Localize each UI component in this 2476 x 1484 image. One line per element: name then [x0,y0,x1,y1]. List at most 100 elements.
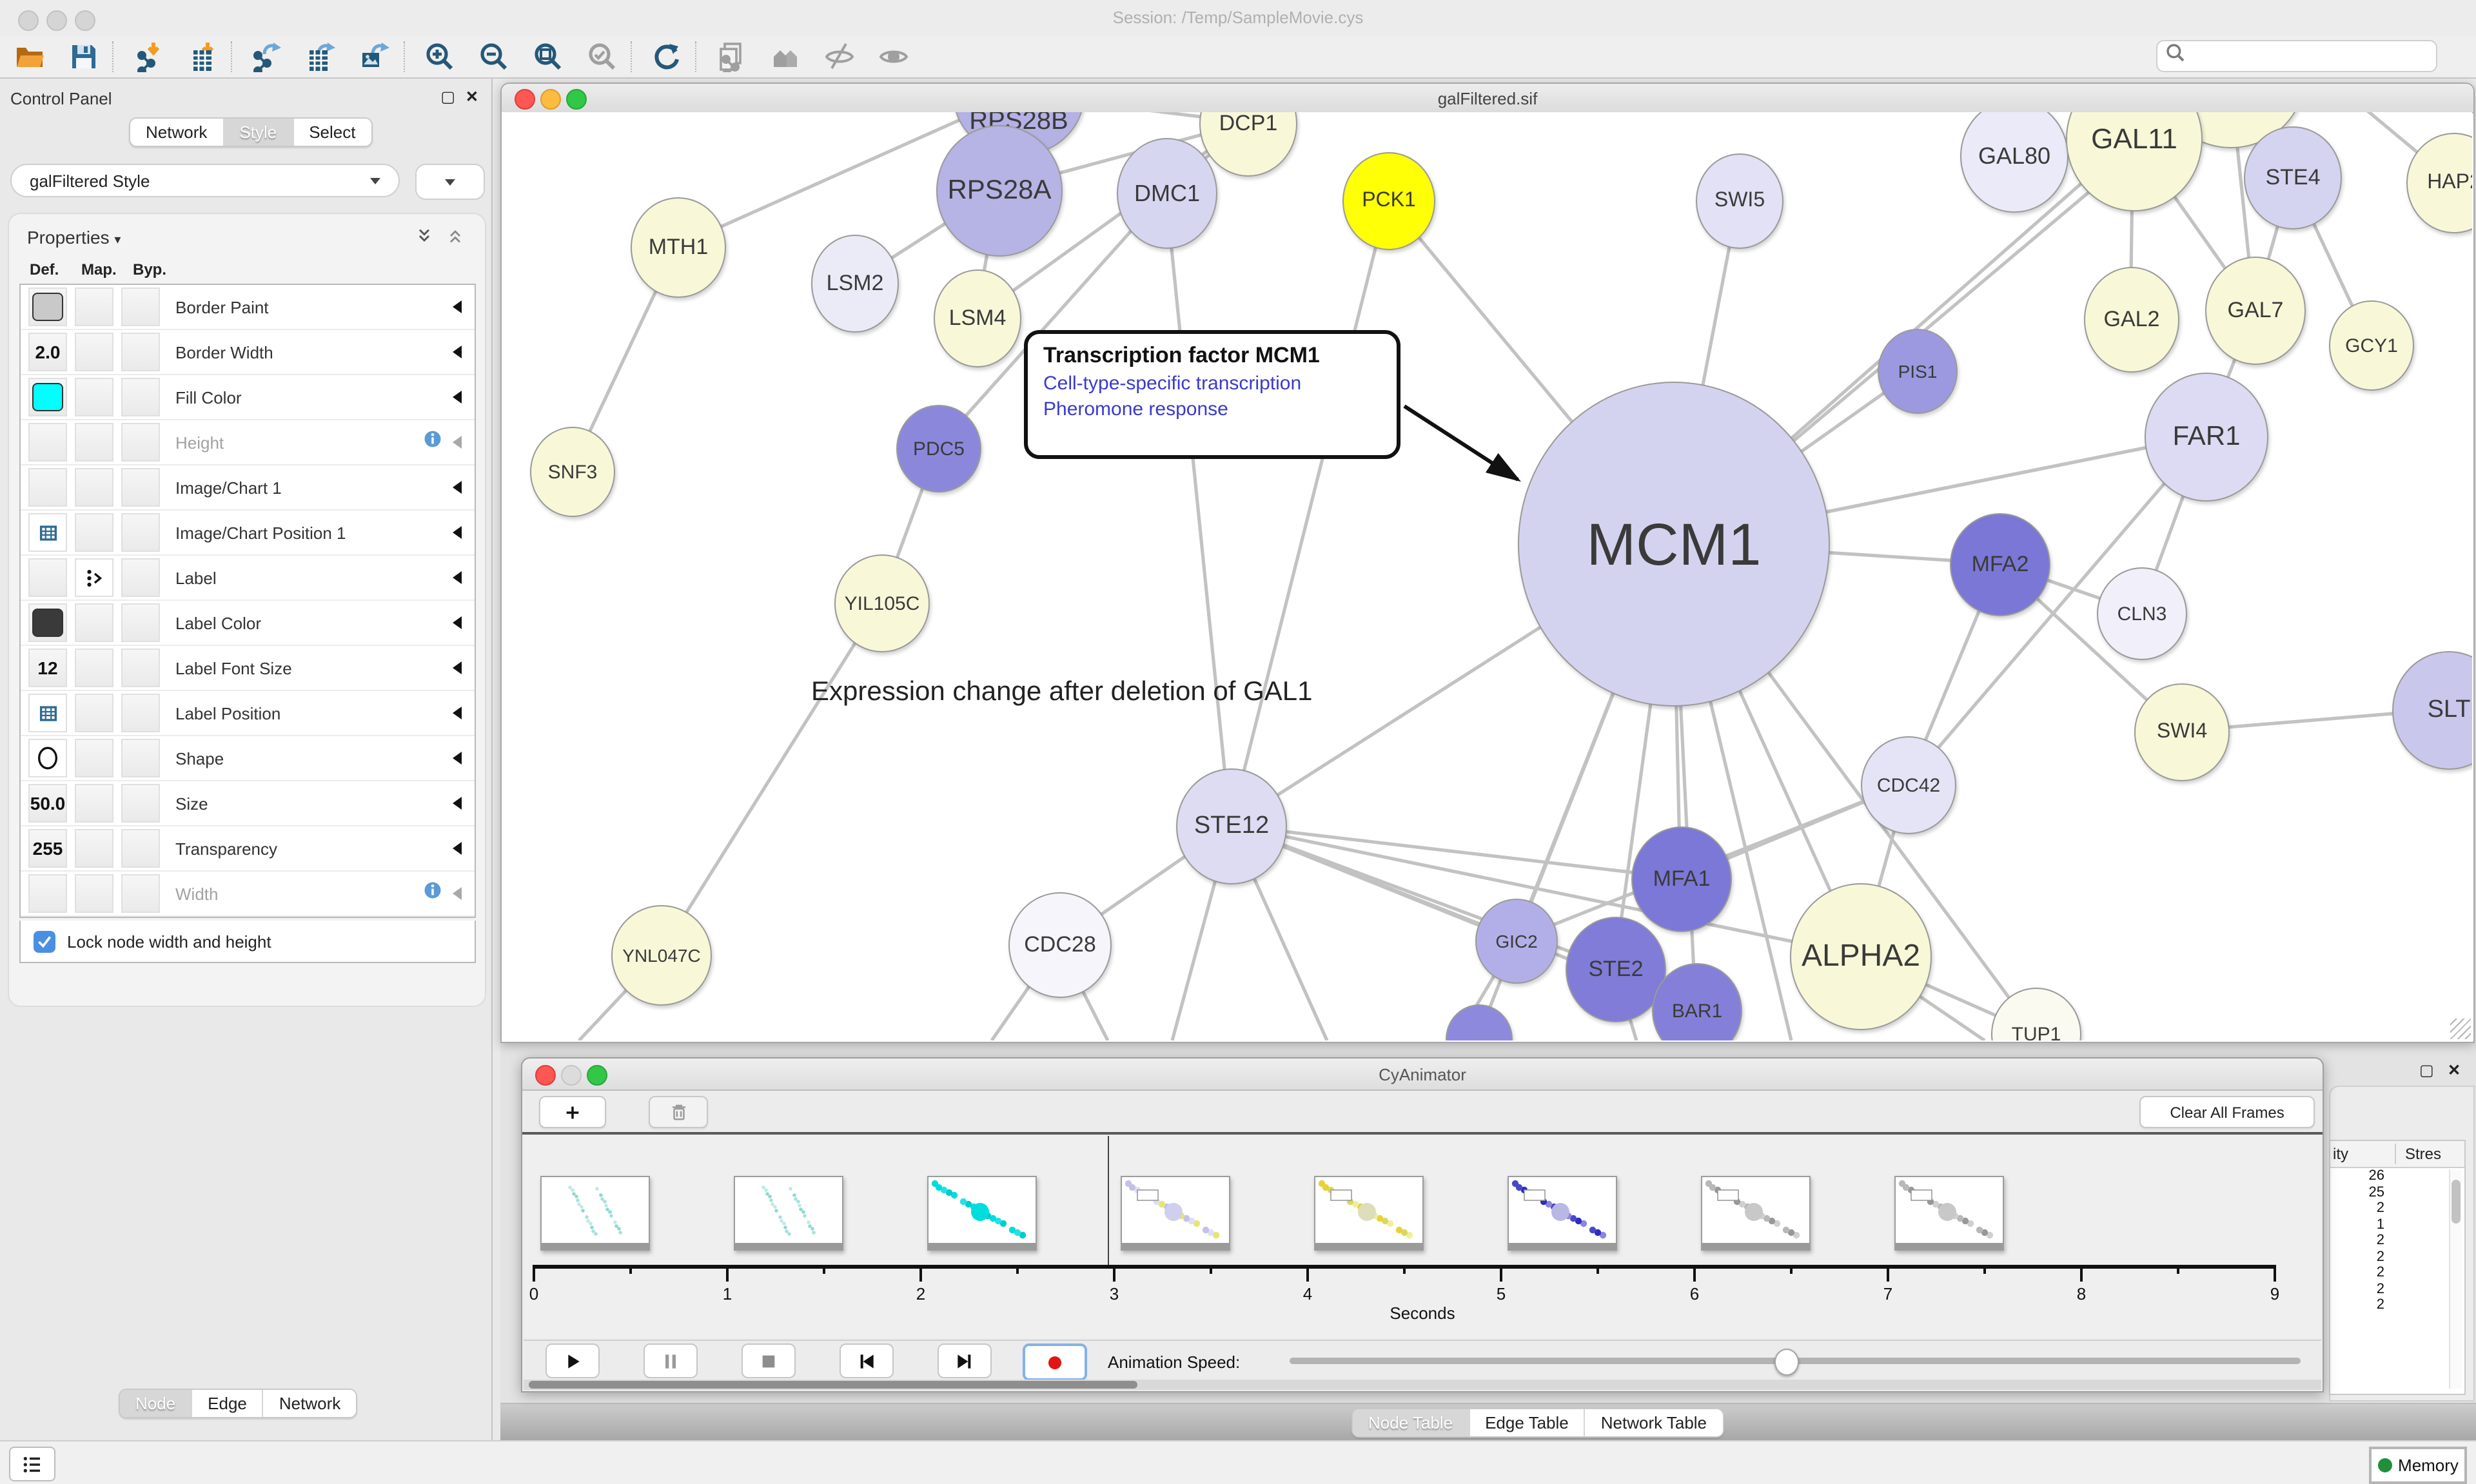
speed-slider[interactable] [1290,1358,2301,1364]
tab-select[interactable]: Select [293,119,371,146]
property-row-image-chart-1[interactable]: Image/Chart 1 [21,465,475,511]
zoom-fit-icon[interactable] [526,37,570,76]
column-centrality[interactable]: ity [2333,1145,2348,1163]
node-gcy1[interactable]: GCY1 [2329,300,2414,391]
property-row-label-color[interactable]: Label Color [21,601,475,646]
node-cdc42[interactable]: CDC42 [1861,736,1956,834]
property-row-label[interactable]: Label [21,556,475,601]
property-row-shape[interactable]: Shape [21,736,475,781]
frame-thumbnail-1[interactable] [734,1176,843,1251]
node-mfa1[interactable]: MFA1 [1631,826,1732,932]
property-row-border-paint[interactable]: Border Paint [21,285,475,330]
expand-arrow-icon[interactable] [453,797,462,810]
playhead[interactable] [1108,1136,1109,1265]
node-swi4[interactable]: SWI4 [2134,683,2230,781]
frame-thumbnail-7[interactable] [1894,1176,2004,1251]
node-pck1[interactable]: PCK1 [1342,152,1435,250]
cyanimator-titlebar[interactable]: CyAnimator [522,1059,2323,1091]
frame-thumbnail-3[interactable] [1121,1176,1230,1251]
timeline[interactable]: 0123456789 Seconds [524,1135,2321,1338]
node-ste12[interactable]: STE12 [1176,768,1287,884]
export-table-icon[interactable] [299,37,343,76]
property-row-label-font-size[interactable]: 12Label Font Size [21,646,475,691]
table-row[interactable]: 26 [2330,1168,2464,1184]
node-ste4[interactable]: STE4 [2244,126,2342,229]
node-cdc28[interactable]: CDC28 [1008,892,1112,998]
expand-arrow-icon[interactable] [453,842,462,855]
play-button[interactable] [545,1343,600,1378]
annotation-box[interactable]: Transcription factor MCM1 Cell-type-spec… [1024,330,1400,459]
property-row-image-chart-position-1[interactable]: Image/Chart Position 1 [21,511,475,556]
delete-frame-button[interactable] [649,1096,708,1128]
node-pis1[interactable]: PIS1 [1878,329,1958,414]
node-mth1[interactable]: MTH1 [631,197,726,298]
table-row[interactable]: 2 [2330,1297,2464,1313]
table-tab-edge-table[interactable]: Edge Table [1469,1409,1586,1436]
import-network-icon[interactable] [126,37,170,76]
lock-size-checkbox[interactable] [34,930,55,952]
table-row[interactable]: 2 [2330,1233,2464,1249]
node-dmc1[interactable]: DMC1 [1117,138,1217,249]
zoom-out-icon[interactable] [472,37,516,76]
annotation-link-2[interactable]: Pheromone response [1043,398,1381,420]
node-cln3[interactable]: CLN3 [2097,567,2187,660]
node-dcp1[interactable]: DCP1 [1199,112,1297,177]
node-rps28a[interactable]: RPS28A [936,125,1063,257]
column-divider[interactable] [2395,1144,2396,1164]
record-button[interactable] [1023,1343,1087,1381]
tab-network[interactable]: Network [130,119,224,146]
style-select[interactable]: galFiltered Style [10,164,400,197]
skip-end-button[interactable] [938,1343,992,1378]
node-ste2[interactable]: STE2 [1566,917,1666,1022]
float-table-panel-icon[interactable]: ▢ [2419,1062,2434,1078]
refresh-icon[interactable] [645,37,689,76]
clear-all-frames-button[interactable]: Clear All Frames [2139,1096,2315,1128]
expand-arrow-icon[interactable] [453,391,462,404]
table-tab-network-table[interactable]: Network Table [1586,1409,1722,1436]
table-tab-node-table[interactable]: Node Table [1353,1409,1469,1436]
frame-thumbnail-5[interactable] [1508,1176,1617,1251]
expand-arrow-icon[interactable] [453,436,462,449]
table-row[interactable]: 1 [2330,1216,2464,1233]
property-row-border-width[interactable]: 2.0Border Width [21,330,475,375]
property-row-transparency[interactable]: 255Transparency [21,826,475,872]
properties-header[interactable]: Properties ▾ [27,227,121,248]
expand-arrow-icon[interactable] [453,571,462,584]
search-box[interactable] [2156,40,2437,72]
node-gal80[interactable]: GAL80 [1960,112,2068,213]
node-yil105c[interactable]: YIL105C [834,554,930,652]
expand-all-icon[interactable] [415,227,433,251]
import-table-icon[interactable] [181,37,224,76]
frame-thumbnail-2[interactable] [927,1176,1037,1251]
add-frame-button[interactable] [539,1096,606,1128]
export-network-icon[interactable] [245,37,289,76]
annotation-link-1[interactable]: Cell-type-specific transcription [1043,373,1381,395]
node-pdc5[interactable]: PDC5 [896,405,981,493]
expand-arrow-icon[interactable] [453,346,462,358]
close-panel-icon[interactable]: ✕ [466,89,478,104]
tab-style[interactable]: Style [224,119,293,146]
node-far1[interactable]: FAR1 [2145,373,2268,502]
node-hap2[interactable]: HAP2 [2406,133,2472,233]
table-row[interactable]: 2 [2330,1265,2464,1281]
task-history-button[interactable] [9,1447,55,1481]
expand-arrow-icon[interactable] [453,481,462,494]
export-image-icon[interactable] [353,37,397,76]
frame-thumbnail-0[interactable] [540,1176,650,1251]
table-row[interactable]: 2 [2330,1249,2464,1265]
node-swi5[interactable]: SWI5 [1696,153,1783,249]
expand-arrow-icon[interactable] [453,526,462,539]
style-tab-node[interactable]: Node [120,1390,192,1417]
network-window-titlebar[interactable]: galFiltered.sif [502,84,2473,113]
expand-arrow-icon[interactable] [453,616,462,629]
node-purplecut[interactable] [1446,1004,1513,1040]
node-gal11[interactable]: GAL11 [2066,112,2203,211]
column-stress[interactable]: Stres [2405,1145,2441,1163]
property-row-fill-color[interactable]: Fill Color [21,375,475,420]
resize-grip[interactable] [2450,1019,2471,1039]
close-table-panel-icon[interactable]: ✕ [2448,1062,2461,1078]
node-gic2[interactable]: GIC2 [1475,899,1558,984]
style-tab-network[interactable]: Network [264,1390,356,1417]
table-row[interactable]: 2 [2330,1200,2464,1216]
node-lsm4[interactable]: LSM4 [934,269,1021,367]
